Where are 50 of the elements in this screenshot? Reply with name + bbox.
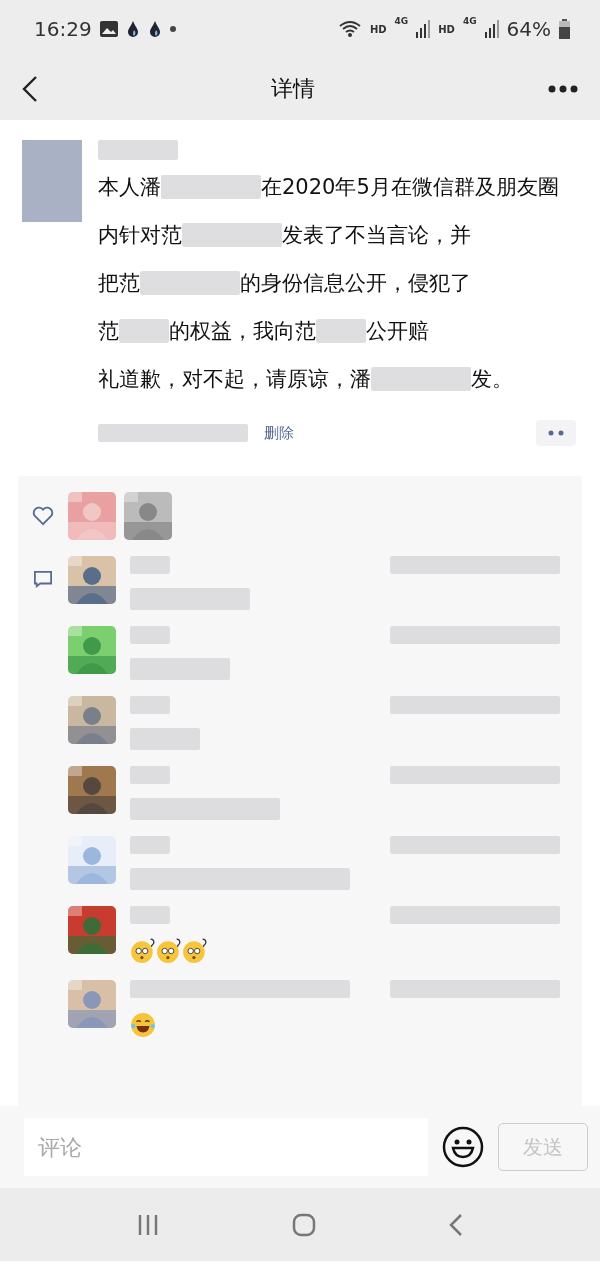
post-text: 发。	[471, 366, 513, 393]
dot-icon	[169, 26, 176, 32]
droplet-icon	[125, 20, 140, 38]
post-text: 内针对范	[98, 222, 182, 249]
emoji-icon[interactable]	[442, 1126, 484, 1168]
more-button[interactable]	[536, 420, 576, 446]
dots-icon	[548, 430, 564, 436]
heart-icon	[32, 506, 54, 526]
blurred-text	[130, 626, 170, 644]
page-title: 详情	[270, 75, 316, 103]
post-text: 礼道歉，对不起，请原谅，潘	[98, 366, 371, 393]
wifi-icon	[337, 20, 362, 38]
blurred-text	[130, 556, 170, 574]
network-label: 4G	[394, 16, 409, 26]
network-label: 4G	[462, 16, 477, 26]
blurred-text	[130, 728, 200, 750]
post-text: 发表了不当言论，并	[282, 222, 471, 249]
post-text: 本人潘	[98, 174, 161, 201]
post-text: 把范	[98, 270, 140, 297]
blurred-text	[130, 766, 170, 784]
laughing-face-icon	[130, 1012, 156, 1038]
puzzled-face-icon	[156, 938, 182, 964]
post-text: 在2020年5月在微信群及朋友圈	[261, 174, 559, 201]
post-text: 范	[98, 318, 119, 345]
puzzled-face-icon	[182, 938, 208, 964]
recent-apps-icon[interactable]	[136, 1213, 159, 1236]
comment-icon	[32, 570, 54, 588]
comment-field[interactable]: 评论	[24, 1118, 428, 1176]
blurred-text	[130, 836, 170, 854]
battery-level: 64%	[506, 17, 551, 41]
clock: 16:29	[34, 17, 92, 41]
battery-icon	[559, 19, 570, 39]
hd-label: HD	[438, 23, 455, 35]
back-icon[interactable]	[22, 75, 38, 103]
hd-label: HD	[369, 23, 387, 35]
more-icon[interactable]	[548, 85, 578, 93]
puzzled-face-icon	[130, 938, 156, 964]
post-text: 公开赔	[366, 318, 429, 345]
blurred-text	[316, 319, 366, 343]
blurred-text	[130, 696, 170, 714]
home-icon[interactable]	[292, 1212, 316, 1237]
post-text: 的身份信息公开，侵犯了	[240, 270, 471, 297]
signal-icon	[416, 20, 431, 38]
droplet-icon	[147, 20, 162, 38]
post-text: 的权益，我向范	[169, 318, 316, 345]
blurred-text	[130, 906, 170, 924]
image-icon	[99, 21, 118, 37]
delete-link[interactable]: 删除	[264, 423, 294, 443]
blurred-text	[119, 319, 169, 343]
signal-icon	[484, 20, 499, 38]
